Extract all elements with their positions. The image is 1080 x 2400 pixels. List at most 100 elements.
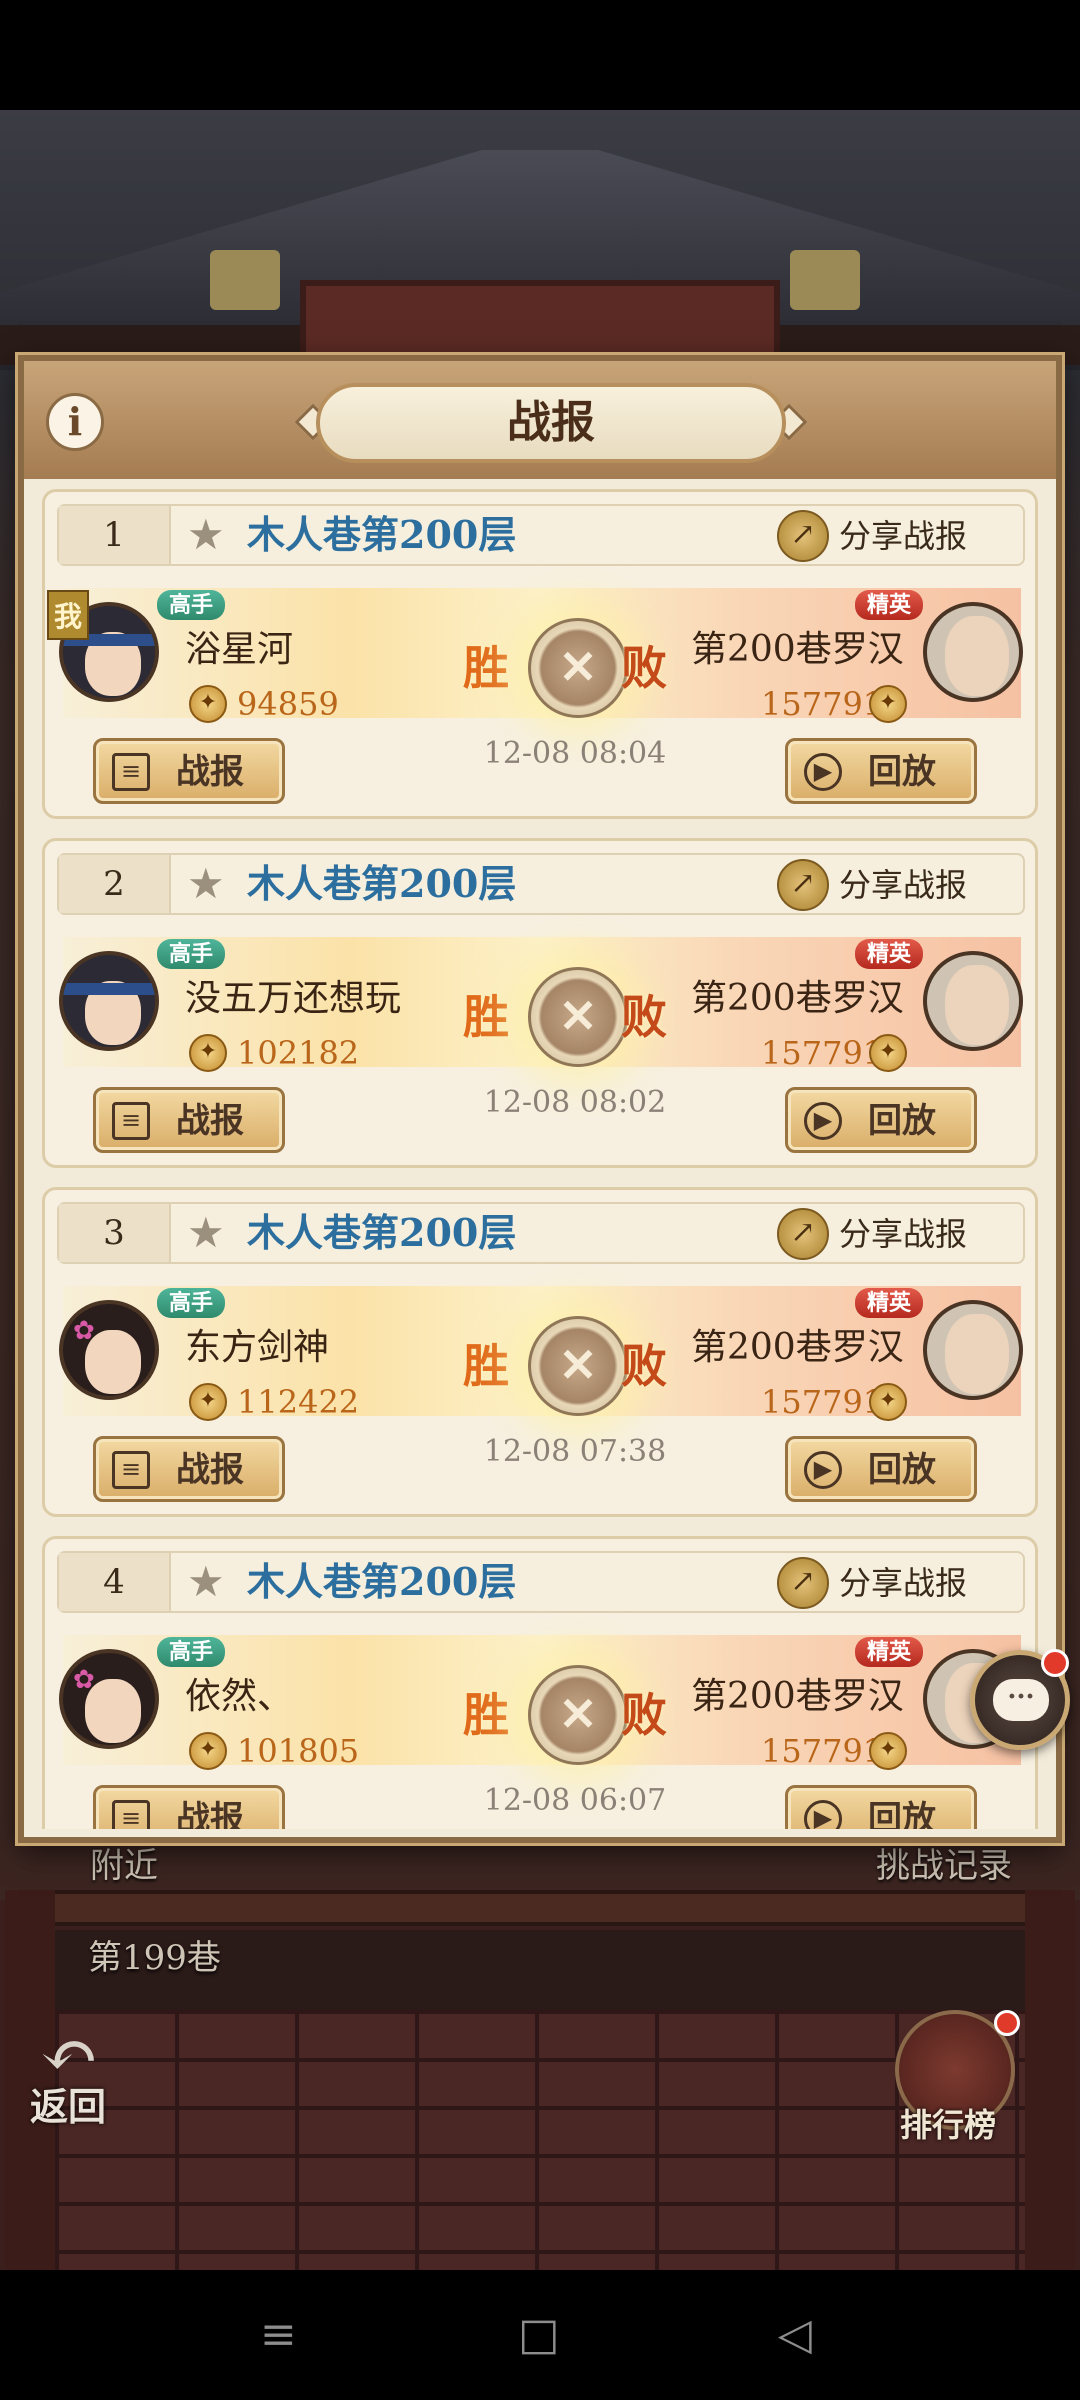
card-header: 3 ★ 木人巷第200层 ↗ 分享战报 (57, 1202, 1025, 1264)
opponent-rank-tag: 精英 (855, 1637, 924, 1667)
battle-card: 1 ★ 木人巷第200层 ↗ 分享战报 我 高手 浴星河 ✦ 94859 胜 ✕… (42, 489, 1038, 819)
opponent-rank-tag: 精英 (855, 939, 924, 969)
opponent-rank-tag: 精英 (855, 590, 924, 620)
battle-report-modal: i 战报 1 ★ 木人巷第200层 ↗ 分享战报 我 高手 浴星河 ✦ 9485… (18, 355, 1062, 1843)
report-label: 战报 (176, 1450, 244, 1490)
battle-time: 12-08 06:07 (483, 1783, 667, 1818)
coin-icon: ✦ (189, 1732, 227, 1770)
coin-icon: ✦ (869, 1034, 907, 1072)
play-icon: ▶ (804, 1451, 842, 1489)
lose-label: 败 (621, 990, 667, 1044)
coin-icon: ✦ (869, 1383, 907, 1421)
share-button[interactable]: ↗ 分享战报 (777, 1557, 1017, 1609)
opponent-power: 157791 (761, 1034, 884, 1072)
share-button[interactable]: ↗ 分享战报 (777, 510, 1017, 562)
share-button[interactable]: ↗ 分享战报 (777, 1208, 1017, 1260)
replay-label: 回放 (868, 752, 936, 792)
replay-label: 回放 (868, 1101, 936, 1141)
player-power: 112422 (237, 1383, 360, 1421)
win-label: 胜 (463, 1688, 509, 1742)
battle-index: 2 (59, 855, 171, 913)
share-icon: ↗ (777, 1208, 829, 1260)
crossed-swords-icon: ✕ (528, 1316, 628, 1416)
opponent-avatar[interactable] (923, 951, 1023, 1051)
ranking-button[interactable]: 排行榜 (890, 2010, 1020, 2144)
ranking-label: 排行榜 (900, 2106, 997, 2144)
opponent-power: 157791 (761, 1383, 884, 1421)
opponent-avatar[interactable] (923, 602, 1023, 702)
system-nav-bar: ≡ □ ◁ (0, 2270, 1080, 2400)
report-button[interactable]: ≡ 战报 (93, 738, 285, 804)
star-icon: ★ (187, 1208, 225, 1257)
report-button[interactable]: ≡ 战报 (93, 1087, 285, 1153)
battle-index: 3 (59, 1204, 171, 1262)
share-label: 分享战报 (839, 517, 968, 555)
chat-icon: ··· (993, 1679, 1049, 1721)
modal-title: 战报 (316, 383, 786, 463)
home-icon[interactable]: □ (518, 2310, 560, 2360)
share-button[interactable]: ↗ 分享战报 (777, 859, 1017, 911)
lose-label: 败 (621, 641, 667, 695)
player-rank-tag: 高手 (157, 1288, 226, 1318)
info-icon[interactable]: i (46, 393, 104, 451)
replay-button[interactable]: ▶ 回放 (785, 1785, 977, 1829)
floor-name: 木人巷第200层 (247, 1559, 517, 1604)
star-icon: ★ (187, 859, 225, 908)
list-icon: ≡ (112, 1451, 150, 1489)
chat-button[interactable]: ··· (970, 1649, 1070, 1750)
player-avatar[interactable] (59, 951, 159, 1051)
player-power: 94859 (237, 685, 339, 723)
share-icon: ↗ (777, 859, 829, 911)
share-label: 分享战报 (839, 1564, 968, 1602)
report-button[interactable]: ≡ 战报 (93, 1436, 285, 1502)
floor-name: 木人巷第200层 (247, 861, 517, 906)
replay-button[interactable]: ▶ 回放 (785, 1436, 977, 1502)
back-button[interactable]: ↶ 返回 (30, 2020, 140, 2130)
report-label: 战报 (176, 1101, 244, 1141)
roof-ornament (790, 250, 860, 310)
player-avatar[interactable]: ✿ (59, 1300, 159, 1400)
battle-card: 4 ★ 木人巷第200层 ↗ 分享战报 ✿ 高手 依然、 ✦ 101805 胜 … (42, 1536, 1038, 1829)
back-label: 返回 (30, 2084, 107, 2129)
notification-dot (1041, 1649, 1069, 1677)
win-label: 胜 (463, 1339, 509, 1393)
report-label: 战报 (176, 752, 244, 792)
floor-name: 木人巷第200层 (247, 512, 517, 557)
card-header: 2 ★ 木人巷第200层 ↗ 分享战报 (57, 853, 1025, 915)
notification-dot (994, 2010, 1020, 2036)
opponent-name: 第200巷罗汉 (691, 629, 904, 670)
battle-list[interactable]: 1 ★ 木人巷第200层 ↗ 分享战报 我 高手 浴星河 ✦ 94859 胜 ✕… (42, 489, 1038, 1829)
card-header: 1 ★ 木人巷第200层 ↗ 分享战报 (57, 504, 1025, 566)
coin-icon: ✦ (869, 685, 907, 723)
challenge-log-tab[interactable]: 挑战记录 (876, 1838, 1012, 1887)
win-label: 胜 (463, 990, 509, 1044)
brick-wall (55, 2010, 1025, 2270)
win-label: 胜 (463, 641, 509, 695)
coin-icon: ✦ (869, 1732, 907, 1770)
replay-button[interactable]: ▶ 回放 (785, 1087, 977, 1153)
battle-card: 3 ★ 木人巷第200层 ↗ 分享战报 ✿ 高手 东方剑神 ✦ 112422 胜… (42, 1187, 1038, 1517)
beam (40, 1890, 1040, 1926)
battle-index: 4 (59, 1553, 171, 1611)
modal-header: i 战报 (24, 361, 1056, 479)
share-icon: ↗ (777, 1557, 829, 1609)
coin-icon: ✦ (189, 1383, 227, 1421)
replay-button[interactable]: ▶ 回放 (785, 738, 977, 804)
share-label: 分享战报 (839, 866, 968, 904)
opponent-avatar[interactable] (923, 1300, 1023, 1400)
crossed-swords-icon: ✕ (528, 618, 628, 718)
battle-time: 12-08 07:38 (483, 1434, 667, 1469)
player-avatar[interactable]: ✿ (59, 1649, 159, 1749)
player-power: 102182 (237, 1034, 360, 1072)
menu-icon[interactable]: ≡ (260, 2310, 297, 2360)
pillar (1025, 1890, 1075, 2270)
replay-label: 回放 (868, 1450, 936, 1490)
player-name: 依然、 (185, 1676, 294, 1717)
play-icon: ▶ (804, 1102, 842, 1140)
back-triangle-icon[interactable]: ◁ (778, 2310, 812, 2360)
report-button[interactable]: ≡ 战报 (93, 1785, 285, 1829)
opponent-power: 157791 (761, 685, 884, 723)
player-rank-tag: 高手 (157, 939, 226, 969)
coin-icon: ✦ (189, 685, 227, 723)
nearby-tab[interactable]: 附近 (90, 1838, 158, 1887)
